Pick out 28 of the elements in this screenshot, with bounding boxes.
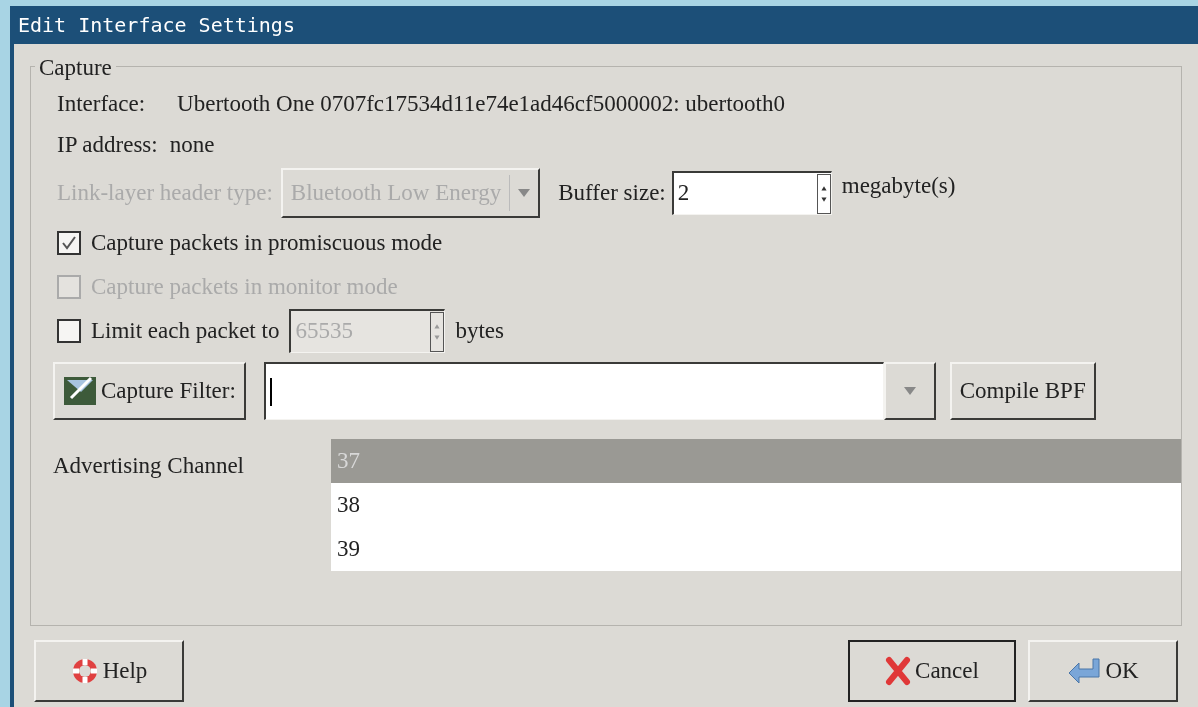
cancel-button[interactable]: Cancel bbox=[848, 640, 1016, 702]
filter-icon bbox=[63, 374, 97, 408]
ip-label: IP address: bbox=[57, 130, 158, 159]
bytes-unit-label: bytes bbox=[455, 316, 504, 345]
buffer-unit-label: megabyte(s) bbox=[841, 172, 956, 200]
buffer-size-label: Buffer size: bbox=[558, 178, 666, 207]
dropdown-arrow-icon bbox=[518, 189, 531, 197]
close-icon bbox=[885, 656, 912, 686]
ip-value: none bbox=[169, 130, 215, 159]
spin-arrows-icon[interactable] bbox=[816, 173, 831, 214]
dropdown-arrow-icon bbox=[903, 387, 916, 395]
lifebuoy-icon bbox=[70, 657, 99, 685]
checkbox[interactable] bbox=[57, 319, 81, 343]
advertising-channel-label: Advertising Channel bbox=[53, 452, 245, 480]
interface-value: Ubertooth One 0707fc17534d11e74e1ad46cf5000002: ubertooth0 bbox=[177, 89, 785, 118]
checkbox[interactable] bbox=[57, 231, 81, 255]
interface-label: Interface: bbox=[57, 89, 146, 118]
buffer-size-field[interactable]: 2 bbox=[671, 171, 832, 215]
checkbox-label: Limit each packet to bbox=[91, 316, 280, 345]
checkbox-label: Capture packets in promiscuous mode bbox=[91, 228, 443, 257]
window-title: Edit Interface Settings bbox=[14, 6, 1198, 44]
help-button[interactable]: Help bbox=[34, 640, 184, 702]
filter-dropdown-button[interactable] bbox=[883, 362, 936, 420]
capture-filter-field[interactable] bbox=[263, 362, 884, 420]
capture-filter-button[interactable]: Capture Filter: bbox=[53, 362, 246, 420]
return-arrow-icon bbox=[1067, 657, 1102, 685]
compile-bpf-button[interactable]: Compile BPF bbox=[949, 362, 1096, 420]
ok-button[interactable]: OK bbox=[1028, 640, 1178, 702]
